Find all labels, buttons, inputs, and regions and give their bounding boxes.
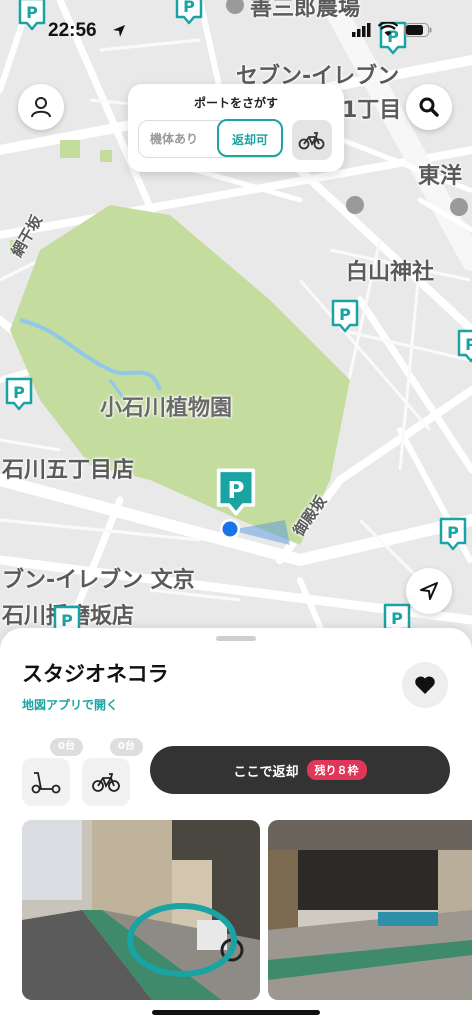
svg-text:P: P: [465, 335, 472, 354]
status-bar: 22:56: [0, 14, 472, 50]
svg-text:P: P: [447, 523, 459, 542]
cellular-signal-icon: [352, 22, 371, 37]
user-icon: [31, 97, 51, 118]
filter-returnable[interactable]: 返却可: [217, 119, 283, 157]
port-name: スタジオネコラ: [22, 662, 169, 686]
bicycle-icon: [92, 773, 120, 792]
port-detail-sheet: スタジオネコラ 地図アプリで開く 0台 0台 ここで返却 残り８枠: [0, 628, 472, 1024]
map-label-toyo: 東洋: [418, 164, 463, 189]
home-indicator: [152, 1010, 320, 1015]
map-label-koishikawa: 小石川植物園: [100, 396, 233, 421]
location-arrow-icon: [420, 582, 438, 600]
wifi-icon: [378, 22, 398, 36]
port-search-title: ポートをさがす: [193, 96, 278, 110]
port-photo[interactable]: [22, 820, 260, 1000]
port-photo[interactable]: [268, 820, 472, 1000]
svg-text:P: P: [13, 383, 25, 402]
map-label-seven-bottom: ブン-イレブン 文京: [2, 568, 195, 593]
search-icon: [419, 97, 439, 117]
port-photo-image: [268, 820, 472, 1000]
account-button[interactable]: [18, 84, 64, 130]
port-pin[interactable]: P: [438, 516, 468, 552]
sheet-handle[interactable]: [216, 636, 256, 641]
svg-text:P: P: [228, 478, 245, 504]
open-in-maps-link[interactable]: 地図アプリで開く: [22, 696, 118, 713]
port-pin[interactable]: P: [330, 298, 360, 334]
svg-text:P: P: [339, 305, 351, 324]
bike-availability: [82, 758, 130, 806]
return-here-button[interactable]: ここで返却 残り８枠: [150, 746, 450, 794]
selected-port-pin[interactable]: P: [214, 466, 258, 518]
search-button[interactable]: [406, 84, 452, 130]
vehicle-type-filter-button[interactable]: [292, 120, 332, 160]
heart-icon: [415, 676, 435, 694]
filter-available[interactable]: 機体あり: [139, 121, 209, 157]
port-pin[interactable]: P: [456, 328, 472, 364]
bike-count-badge: 0台: [110, 738, 143, 756]
remaining-slots-badge: 残り８枠: [306, 760, 367, 780]
map-label-store-5chome: 石川五丁目店: [2, 458, 135, 483]
svg-text:P: P: [391, 609, 403, 628]
availability-filter: 機体あり 返却可: [138, 119, 283, 158]
battery-icon: [404, 22, 432, 37]
bicycle-scooter-icon: [298, 132, 325, 150]
favorite-button[interactable]: [402, 662, 448, 708]
port-photo-image: [22, 820, 260, 1000]
port-search-panel: ポートをさがす 機体あり 返却可: [128, 84, 344, 172]
map-label-seven-top-branch: 1丁目: [342, 98, 402, 123]
status-time: 22:56: [48, 20, 97, 41]
port-pin[interactable]: P: [4, 376, 34, 412]
current-location-button[interactable]: [406, 568, 452, 614]
kickboard-icon: [31, 772, 61, 794]
map-label-hakusan: 白山神社: [346, 260, 435, 285]
location-arrow-icon: [113, 25, 125, 37]
scooter-count-badge: 0台: [50, 738, 83, 756]
return-here-label: ここで返却: [233, 764, 299, 780]
scooter-availability: [22, 758, 70, 806]
